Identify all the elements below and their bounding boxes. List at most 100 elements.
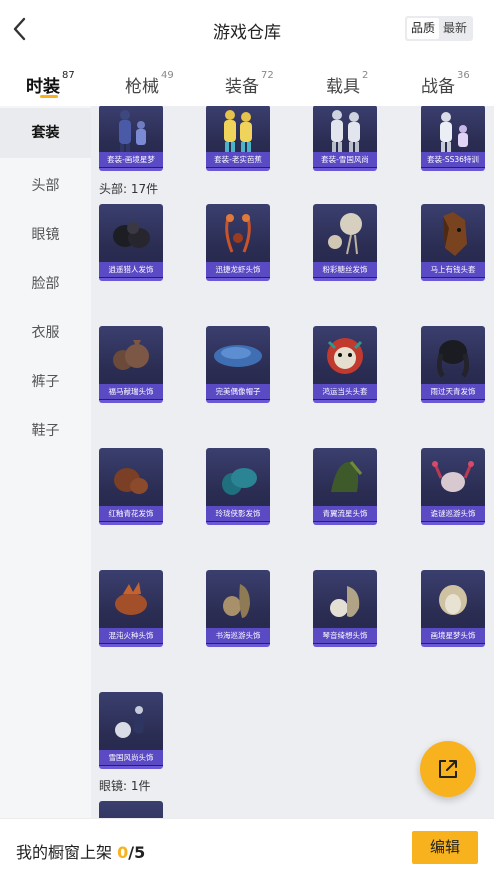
tab-count: 49 — [161, 70, 174, 81]
tab-label: 载具 — [326, 77, 360, 97]
showcase-count: 0 — [117, 843, 129, 862]
tab-equipment[interactable]: 装备72 — [225, 70, 274, 97]
tab-label: 战备 — [421, 77, 455, 97]
hair-image — [114, 468, 148, 494]
hair-image — [439, 585, 467, 615]
item-label: 玲珑侠影发饰 — [206, 506, 270, 521]
item-card[interactable] — [99, 801, 163, 818]
sidebar-item-shoes[interactable]: 鞋子 — [0, 420, 91, 440]
item-card[interactable]: 粉彩糖丝发饰 — [313, 204, 377, 281]
footer: 我的橱窗上架 0/5 编辑 — [0, 818, 494, 875]
hair-image — [330, 586, 360, 617]
item-label: 混沌火种头饰 — [99, 628, 163, 643]
item-card[interactable]: 套装-画境星梦 — [99, 106, 163, 171]
item-label: 完美偶像帽子 — [206, 384, 270, 399]
item-label: 雪国风尚头饰 — [99, 750, 163, 765]
item-card[interactable]: 迅捷龙虾头饰 — [206, 204, 270, 281]
item-label: 诡谜巡游头饰 — [421, 506, 485, 521]
hair-image — [328, 213, 362, 255]
item-label: 福马献瑞头饰 — [99, 384, 163, 399]
header: 游戏仓库 品质 最新 — [0, 0, 494, 58]
item-card[interactable]: 套装-雪国风尚 — [313, 106, 377, 171]
category-tabs: 时装87 枪械49 装备72 载具2 战备36 — [0, 58, 494, 106]
headwear-image — [225, 214, 251, 253]
horse-mask-image — [443, 212, 467, 256]
item-card[interactable]: 琴音绮想头饰 — [313, 570, 377, 647]
sidebar-item-sets[interactable]: 套装 — [0, 108, 91, 158]
headwear-image — [115, 706, 144, 738]
tab-supplies[interactable]: 战备36 — [421, 70, 470, 97]
item-card[interactable]: 完美偶像帽子 — [206, 326, 270, 403]
hair-image — [113, 222, 150, 248]
item-card[interactable]: 画境星梦头饰 — [421, 570, 485, 647]
item-label: 雨过天青发饰 — [421, 384, 485, 399]
edit-button[interactable]: 编辑 — [412, 831, 478, 864]
sidebar-item-head[interactable]: 头部 — [0, 175, 91, 195]
item-label: 画境星梦头饰 — [421, 628, 485, 643]
item-card[interactable]: 套装-老实芭蕉 — [206, 106, 270, 171]
section-label-glasses: 眼镜: 1件 — [99, 779, 151, 793]
showcase-total: /5 — [128, 843, 146, 862]
item-card[interactable]: 福马献瑞头饰 — [99, 326, 163, 403]
sort-newest-option[interactable]: 最新 — [439, 18, 471, 39]
sort-quality-option[interactable]: 品质 — [407, 18, 440, 39]
item-label: 红釉青花发饰 — [99, 506, 163, 521]
hair-image — [115, 582, 147, 615]
item-card[interactable]: 套装-SS36特训 — [421, 106, 485, 171]
item-label: 套装-老实芭蕉 — [206, 152, 270, 167]
headwear-image — [432, 461, 474, 492]
showcase-status: 我的橱窗上架 0/5 — [16, 839, 145, 863]
item-card[interactable]: 雨过天青发饰 — [421, 326, 485, 403]
headwear-image — [113, 340, 149, 370]
item-label: 套装-画境星梦 — [99, 152, 163, 167]
item-label: 书海巡游头饰 — [206, 628, 270, 643]
item-label: 青翼流星头饰 — [313, 506, 377, 521]
sidebar-item-clothes[interactable]: 衣服 — [0, 322, 91, 342]
item-card[interactable]: 雪国风尚头饰 — [99, 692, 163, 769]
item-card[interactable]: 玲珑侠影发饰 — [206, 448, 270, 525]
share-button[interactable] — [420, 741, 476, 797]
item-card[interactable]: 红釉青花发饰 — [99, 448, 163, 525]
item-card[interactable]: 青翼流星头饰 — [313, 448, 377, 525]
section-label-head: 头部: 17件 — [99, 182, 159, 196]
item-card[interactable]: 诡谜巡游头饰 — [421, 448, 485, 525]
sort-toggle: 品质 最新 — [405, 16, 474, 41]
item-card[interactable]: 混沌火种头饰 — [99, 570, 163, 647]
item-label: 粉彩糖丝发饰 — [313, 262, 377, 277]
hat-image — [214, 345, 262, 367]
tab-count: 2 — [362, 70, 369, 81]
hair-image — [436, 340, 470, 378]
item-label: 琴音绮想头饰 — [313, 628, 377, 643]
item-card[interactable]: 逍遥猎人发饰 — [99, 204, 163, 281]
sidebar-item-face[interactable]: 脸部 — [0, 273, 91, 293]
item-label: 套装-雪国风尚 — [313, 152, 377, 167]
tab-count: 36 — [457, 70, 470, 81]
tab-label: 时装 — [26, 77, 60, 97]
showcase-label: 我的橱窗上架 — [16, 843, 118, 862]
active-tab-indicator — [40, 95, 58, 98]
item-label: 马上有钱头套 — [421, 262, 485, 277]
item-label: 鸿运当头头套 — [313, 384, 377, 399]
tab-label: 装备 — [225, 77, 259, 97]
sidebar-item-glasses[interactable]: 眼镜 — [0, 224, 91, 244]
item-grid: 套装-画境星梦 套装-老实芭蕉 套装-雪国风尚 套装-SS36特训 头部: 17… — [91, 106, 494, 818]
item-label: 迅捷龙虾头饰 — [206, 262, 270, 277]
share-icon — [439, 760, 457, 778]
headwear-image — [331, 461, 363, 492]
tab-fashion[interactable]: 时装87 — [26, 70, 75, 97]
lion-mask-image — [327, 338, 363, 374]
sidebar: 套装 头部 眼镜 脸部 衣服 裤子 鞋子 — [0, 106, 91, 818]
tab-count: 87 — [62, 70, 75, 81]
item-card[interactable]: 马上有钱头套 — [421, 204, 485, 281]
hair-image — [223, 584, 250, 618]
item-label: 逍遥猎人发饰 — [99, 262, 163, 277]
tab-count: 72 — [261, 70, 274, 81]
item-card[interactable]: 书海巡游头饰 — [206, 570, 270, 647]
item-card[interactable]: 鸿运当头头套 — [313, 326, 377, 403]
item-label: 套装-SS36特训 — [421, 152, 485, 167]
tab-vehicles[interactable]: 载具2 — [326, 70, 369, 97]
hair-image — [222, 468, 257, 495]
tab-guns[interactable]: 枪械49 — [125, 70, 174, 97]
tab-label: 枪械 — [125, 77, 159, 97]
sidebar-item-pants[interactable]: 裤子 — [0, 371, 91, 391]
